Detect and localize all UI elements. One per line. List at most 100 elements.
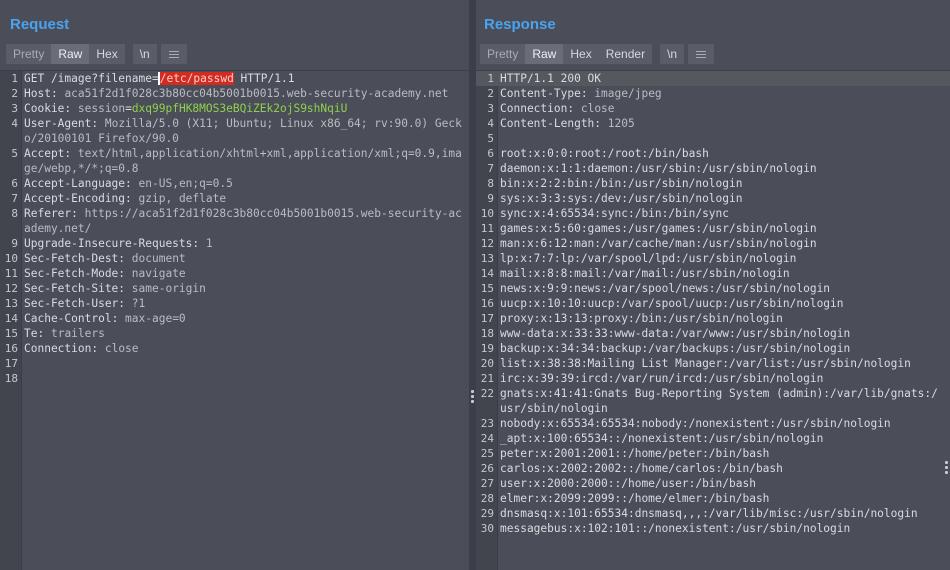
code-text: games:x:5:60:games:/usr/games:/usr/sbin/… (500, 222, 817, 235)
line-content: Cache-Control: max-age=0 (24, 311, 465, 326)
code-text: : (118, 297, 132, 310)
line-number: 29 (480, 507, 494, 520)
code-text: _apt:x:100:65534::/nonexistent:/usr/sbin… (500, 432, 824, 445)
response-line: 13 lp:x:7:7:lp:/var/spool/lpd:/usr/sbin/n… (476, 251, 950, 266)
line-content (500, 131, 944, 146)
request-line: 5 Accept: text/html,application/xhtml+xml… (0, 146, 469, 176)
header-value: same-origin (131, 282, 206, 295)
line-number: 17 (4, 357, 18, 370)
header-name: Cookie (24, 102, 65, 115)
code-text: carlos:x:2002:2002::/home/carlos:/bin/ba… (500, 462, 783, 475)
header-value: en-US,en;q=0.5 (138, 177, 233, 190)
request-tab-pretty[interactable]: Pretty (6, 44, 51, 64)
code-text: root:x:0:0:root:/root:/bin/bash (500, 147, 709, 160)
response-tab-pretty[interactable]: Pretty (480, 44, 525, 64)
response-tab-render[interactable]: Render (599, 44, 652, 64)
code-text: : (64, 102, 78, 115)
code-text: bin:x:2:2:bin:/bin:/usr/sbin/nologin (500, 177, 743, 190)
response-line: 15 news:x:9:9:news:/var/spool/news:/usr/s… (476, 281, 950, 296)
line-content (24, 356, 465, 371)
line-content: User-Agent: Mozilla/5.0 (X11; Ubuntu; Li… (24, 116, 465, 146)
line-number: 25 (480, 447, 494, 460)
request-line: 17 (0, 356, 469, 371)
header-name: Te (24, 327, 38, 340)
request-tab-raw[interactable]: Raw (51, 44, 90, 64)
response-tab-raw[interactable]: Raw (525, 44, 564, 64)
code-text: : (111, 312, 126, 325)
code-text: : (91, 117, 105, 130)
line-number: 2 (487, 87, 494, 100)
cookie-value: dxq99pfHK8MOS3eBQiZEk2ojS9shNqiU (131, 102, 348, 115)
response-editor[interactable]: 1 HTTP/1.1 200 OK 2 Content-Type: image/jpe… (476, 70, 950, 570)
line-number: 14 (480, 267, 494, 280)
line-content: Sec-Fetch-Site: same-origin (24, 281, 465, 296)
request-line: 12 Sec-Fetch-Site: same-origin (0, 281, 469, 296)
code-text: lp:x:7:7:lp:/var/spool/lpd:/usr/sbin/nol… (500, 252, 797, 265)
line-content: peter:x:2001:2001::/home/peter:/bin/bash (500, 446, 944, 461)
header-name: Accept-Encoding (24, 192, 126, 205)
header-value: ?1 (131, 297, 146, 310)
header-value: text/html,application/xhtml+xml,applicat… (24, 147, 462, 175)
response-line: 6 root:x:0:0:root:/root:/bin/bash (476, 146, 950, 161)
response-toolbar: Pretty Raw Hex Render \n (480, 44, 715, 64)
header-name: Sec-Fetch-Mode (24, 267, 119, 280)
line-content: mail:x:8:8:mail:/var/mail:/usr/sbin/nolo… (500, 266, 944, 281)
line-content: irc:x:39:39:ircd:/var/run/ircd:/usr/sbin… (500, 371, 944, 386)
request-line: 2 Host: aca51f2d1f028c3b80cc04b5001b0015.… (0, 86, 469, 101)
code-text: : (118, 252, 132, 265)
line-content: Sec-Fetch-Dest: document (24, 251, 465, 266)
line-content: proxy:x:13:13:proxy:/bin:/usr/sbin/nolog… (500, 311, 944, 326)
code-text: : (594, 117, 608, 130)
line-number: 10 (480, 207, 494, 220)
request-editor[interactable]: 1 GET /image?filename=/etc/passwd HTTP/1.… (0, 70, 469, 570)
line-number: 18 (480, 327, 494, 340)
request-tab-hex[interactable]: Hex (89, 44, 124, 64)
line-content: bin:x:2:2:bin:/bin:/usr/sbin/nologin (500, 176, 944, 191)
line-number: 6 (487, 147, 494, 160)
header-name: Accept (24, 147, 65, 160)
request-newline-toggle[interactable]: \n (132, 44, 157, 64)
response-line: 20 list:x:38:38:Mailing List Manager:/var… (476, 356, 950, 371)
line-number: 24 (480, 432, 494, 445)
line-number: 2 (11, 87, 18, 100)
line-content: HTTP/1.1 200 OK (500, 71, 944, 86)
response-line: 26 carlos:x:2002:2002::/home/carlos:/bin/… (476, 461, 950, 476)
code-text: : (37, 327, 51, 340)
code-text: HTTP/1.1 (233, 72, 295, 85)
line-content: sys:x:3:3:sys:/dev:/usr/sbin/nologin (500, 191, 944, 206)
response-line: 14 mail:x:8:8:mail:/var/mail:/usr/sbin/no… (476, 266, 950, 281)
header-name: Sec-Fetch-User (24, 297, 119, 310)
response-line: 5 (476, 131, 950, 146)
response-newline-toggle[interactable]: \n (660, 44, 685, 64)
code-text: daemon:x:1:1:daemon:/usr/sbin:/usr/sbin/… (500, 162, 817, 175)
code-text: : (567, 102, 581, 115)
request-menu-button[interactable] (160, 44, 187, 64)
code-text: proxy:x:13:13:proxy:/bin:/usr/sbin/nolog… (500, 312, 783, 325)
line-number: 26 (480, 462, 494, 475)
line-content: Content-Length: 1205 (500, 116, 944, 131)
line-content: Accept-Language: en-US,en;q=0.5 (24, 176, 465, 191)
line-number: 11 (480, 222, 494, 235)
header-value: navigate (131, 267, 186, 280)
response-menu-button[interactable] (688, 44, 715, 64)
header-value: session (77, 102, 126, 115)
response-line: 7 daemon:x:1:1:daemon:/usr/sbin:/usr/sbin… (476, 161, 950, 176)
response-line: 24 _apt:x:100:65534::/nonexistent:/usr/sb… (476, 431, 950, 446)
header-name: Content-Type (500, 87, 581, 100)
header-value: document (131, 252, 186, 265)
line-content: Cookie: session=dxq99pfHK8MOS3eBQiZEk2oj… (24, 101, 465, 116)
pane-divider[interactable] (469, 0, 476, 570)
request-line: 6 Accept-Language: en-US,en;q=0.5 (0, 176, 469, 191)
line-content: messagebus:x:102:101::/nonexistent:/usr/… (500, 521, 944, 536)
line-number: 16 (4, 342, 18, 355)
line-number: 8 (487, 177, 494, 190)
line-content: dnsmasq:x:101:65534:dnsmasq,,,:/var/lib/… (500, 506, 944, 521)
response-tab-hex[interactable]: Hex (563, 44, 598, 64)
line-content: elmer:x:2099:2099::/home/elmer:/bin/bash (500, 491, 944, 506)
response-code: 1 HTTP/1.1 200 OK 2 Content-Type: image/jpe… (476, 71, 950, 536)
response-line: 16 uucp:x:10:10:uucp:/var/spool/uucp:/usr… (476, 296, 950, 311)
line-content: carlos:x:2002:2002::/home/carlos:/bin/ba… (500, 461, 944, 476)
selected-text: /etc/passwd (157, 72, 234, 85)
request-code: 1 GET /image?filename=/etc/passwd HTTP/1.… (0, 71, 469, 386)
line-content: Te: trailers (24, 326, 465, 341)
